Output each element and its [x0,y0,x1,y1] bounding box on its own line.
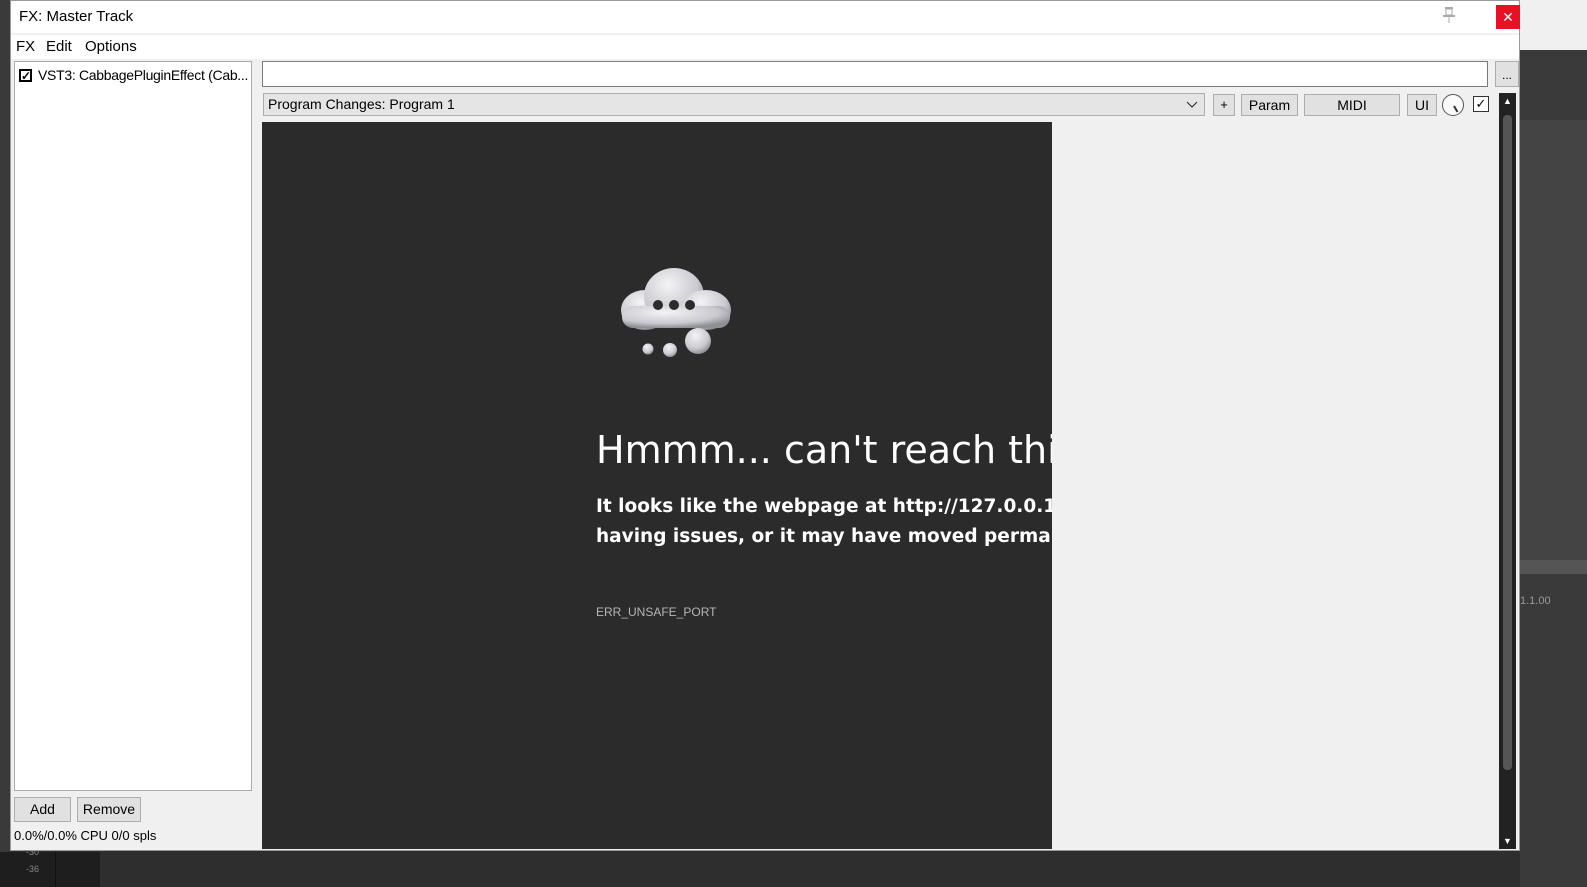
remove-button[interactable]: Remove [77,797,141,822]
cloud-icon [621,268,731,357]
menu-options[interactable]: Options [85,38,137,55]
preset-value: Program Changes: Program 1 [268,96,455,112]
scroll-down-arrow-icon[interactable]: ▼ [1499,833,1516,849]
fx-list-item[interactable]: ✓ VST3: CabbagePluginEffect (Cab... [19,65,248,85]
bg-value: -36 [26,864,40,874]
vertical-scrollbar[interactable]: ▲ ▼ [1499,93,1516,849]
window-title: FX: Master Track [19,8,134,25]
midi-button[interactable]: MIDI [1304,94,1400,116]
close-button[interactable]: ✕ [1496,5,1520,29]
error-heading: Hmmm... can't reach this [596,428,1052,472]
fx-path-input[interactable] [262,61,1488,87]
title-bar[interactable]: FX: Master Track ✕ [11,1,1520,33]
bg-divider [55,852,56,887]
wet-knob[interactable] [1442,94,1464,116]
error-message: It looks like the webpage at http://127.… [596,492,1052,552]
webview-error-page: Hmmm... can't reach this It looks like t… [262,122,1052,849]
preset-dropdown[interactable]: Program Changes: Program 1 [263,93,1205,116]
scroll-thumb[interactable] [1503,115,1512,770]
background-bottom-panel: -30 -36 [0,847,1520,887]
error-url: http://127.0.0.1:0/inc [892,496,1052,517]
ui-button[interactable]: UI [1407,94,1437,116]
bg-strip [1520,0,1587,50]
browse-button[interactable]: ... [1495,61,1519,87]
add-preset-button[interactable]: + [1213,94,1235,116]
cpu-status: 0.0%/0.0% CPU 0/0 spls [14,828,157,843]
error-text: It looks like the webpage at [596,496,893,517]
param-button[interactable]: Param [1241,94,1298,116]
plugin-view: Hmmm... can't reach this It looks like t… [262,122,1496,849]
fx-name: VST3: CabbagePluginEffect (Cab... [38,67,249,83]
fx-window: FX: Master Track ✕ FX Edit Options ✓ VST… [10,0,1520,851]
bg-strip [1520,560,1587,574]
bg-strip [1520,120,1587,560]
menu-fx[interactable]: FX [16,38,35,55]
pin-icon[interactable] [1441,6,1457,24]
menu-edit[interactable]: Edit [46,38,72,55]
fx-enable-checkbox[interactable]: ✓ [19,68,32,82]
chevron-down-icon [1186,94,1198,123]
background-left-panel [0,0,10,852]
close-icon: ✕ [1502,9,1514,25]
background-right-panel: 1.1.00 [1520,0,1587,887]
fx-chain-list[interactable]: ✓ VST3: CabbagePluginEffect (Cab... [14,61,252,791]
bg-block [0,852,100,887]
add-button[interactable]: Add [14,797,71,822]
error-code: ERR_UNSAFE_PORT [596,605,717,619]
scroll-up-arrow-icon[interactable]: ▲ [1499,93,1516,109]
menu-bar: FX Edit Options [11,35,1519,59]
bypass-checkbox[interactable]: ✓ [1473,96,1489,112]
bg-label: 1.1.00 [1520,595,1551,607]
